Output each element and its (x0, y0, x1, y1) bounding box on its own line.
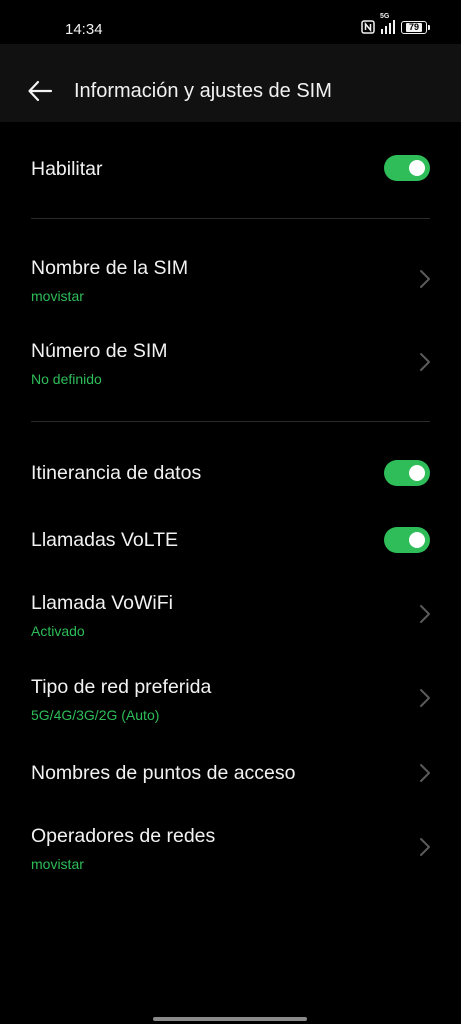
toggle-knob (409, 532, 425, 548)
page-title: Información y ajustes de SIM (74, 80, 332, 102)
data-roaming-row[interactable]: Itinerancia de datos (0, 445, 461, 501)
battery-level: 79 (405, 22, 422, 32)
vowifi-row[interactable]: Llamada VoWiFi Activado (0, 580, 461, 650)
app-header: Información y ajustes de SIM (0, 44, 461, 122)
network-type-label: Tipo de red preferida (31, 676, 212, 698)
data-roaming-toggle[interactable] (384, 460, 430, 486)
network-operators-row[interactable]: Operadores de redes movistar (0, 813, 461, 883)
network-type-row[interactable]: Tipo de red preferida 5G/4G/3G/2G (Auto) (0, 664, 461, 734)
chevron-right-icon (420, 689, 430, 707)
vowifi-label: Llamada VoWiFi (31, 592, 173, 614)
sim-number-row[interactable]: Número de SIM No definido (0, 328, 461, 398)
volte-label: Llamadas VoLTE (31, 529, 179, 551)
apn-row[interactable]: Nombres de puntos de acceso (0, 750, 461, 800)
battery-icon: 79 (401, 20, 430, 34)
enable-label: Habilitar (31, 158, 103, 180)
network-type-label: 5G (380, 13, 390, 20)
network-type-value: 5G/4G/3G/2G (Auto) (31, 707, 160, 723)
divider (31, 218, 430, 219)
sim-name-value: movistar (31, 288, 84, 304)
sim-name-label: Nombre de la SIM (31, 257, 189, 279)
signal-icon: 5G (380, 13, 395, 34)
volte-toggle[interactable] (384, 527, 430, 553)
sim-number-value: No definido (31, 371, 102, 387)
toggle-knob (409, 465, 425, 481)
nfc-icon (361, 20, 375, 34)
chevron-right-icon (420, 764, 430, 782)
divider (31, 421, 430, 422)
status-icons: 5G 79 (361, 13, 430, 34)
sim-name-row[interactable]: Nombre de la SIM movistar (0, 245, 461, 315)
chevron-right-icon (420, 353, 430, 371)
enable-toggle[interactable] (384, 155, 430, 181)
apn-label: Nombres de puntos de acceso (31, 762, 296, 784)
status-bar: 14:34 5G 79 (0, 0, 461, 44)
sim-number-label: Número de SIM (31, 340, 168, 362)
chevron-right-icon (420, 838, 430, 856)
network-operators-label: Operadores de redes (31, 825, 216, 847)
network-operators-value: movistar (31, 856, 84, 872)
vowifi-value: Activado (31, 623, 85, 639)
enable-row[interactable]: Habilitar (0, 140, 461, 200)
status-time: 14:34 (65, 21, 103, 38)
volte-row[interactable]: Llamadas VoLTE (0, 512, 461, 568)
data-roaming-label: Itinerancia de datos (31, 462, 202, 484)
chevron-right-icon (420, 605, 430, 623)
home-indicator[interactable] (153, 1017, 307, 1021)
chevron-right-icon (420, 270, 430, 288)
toggle-knob (409, 160, 425, 176)
arrow-left-icon[interactable] (26, 77, 54, 105)
